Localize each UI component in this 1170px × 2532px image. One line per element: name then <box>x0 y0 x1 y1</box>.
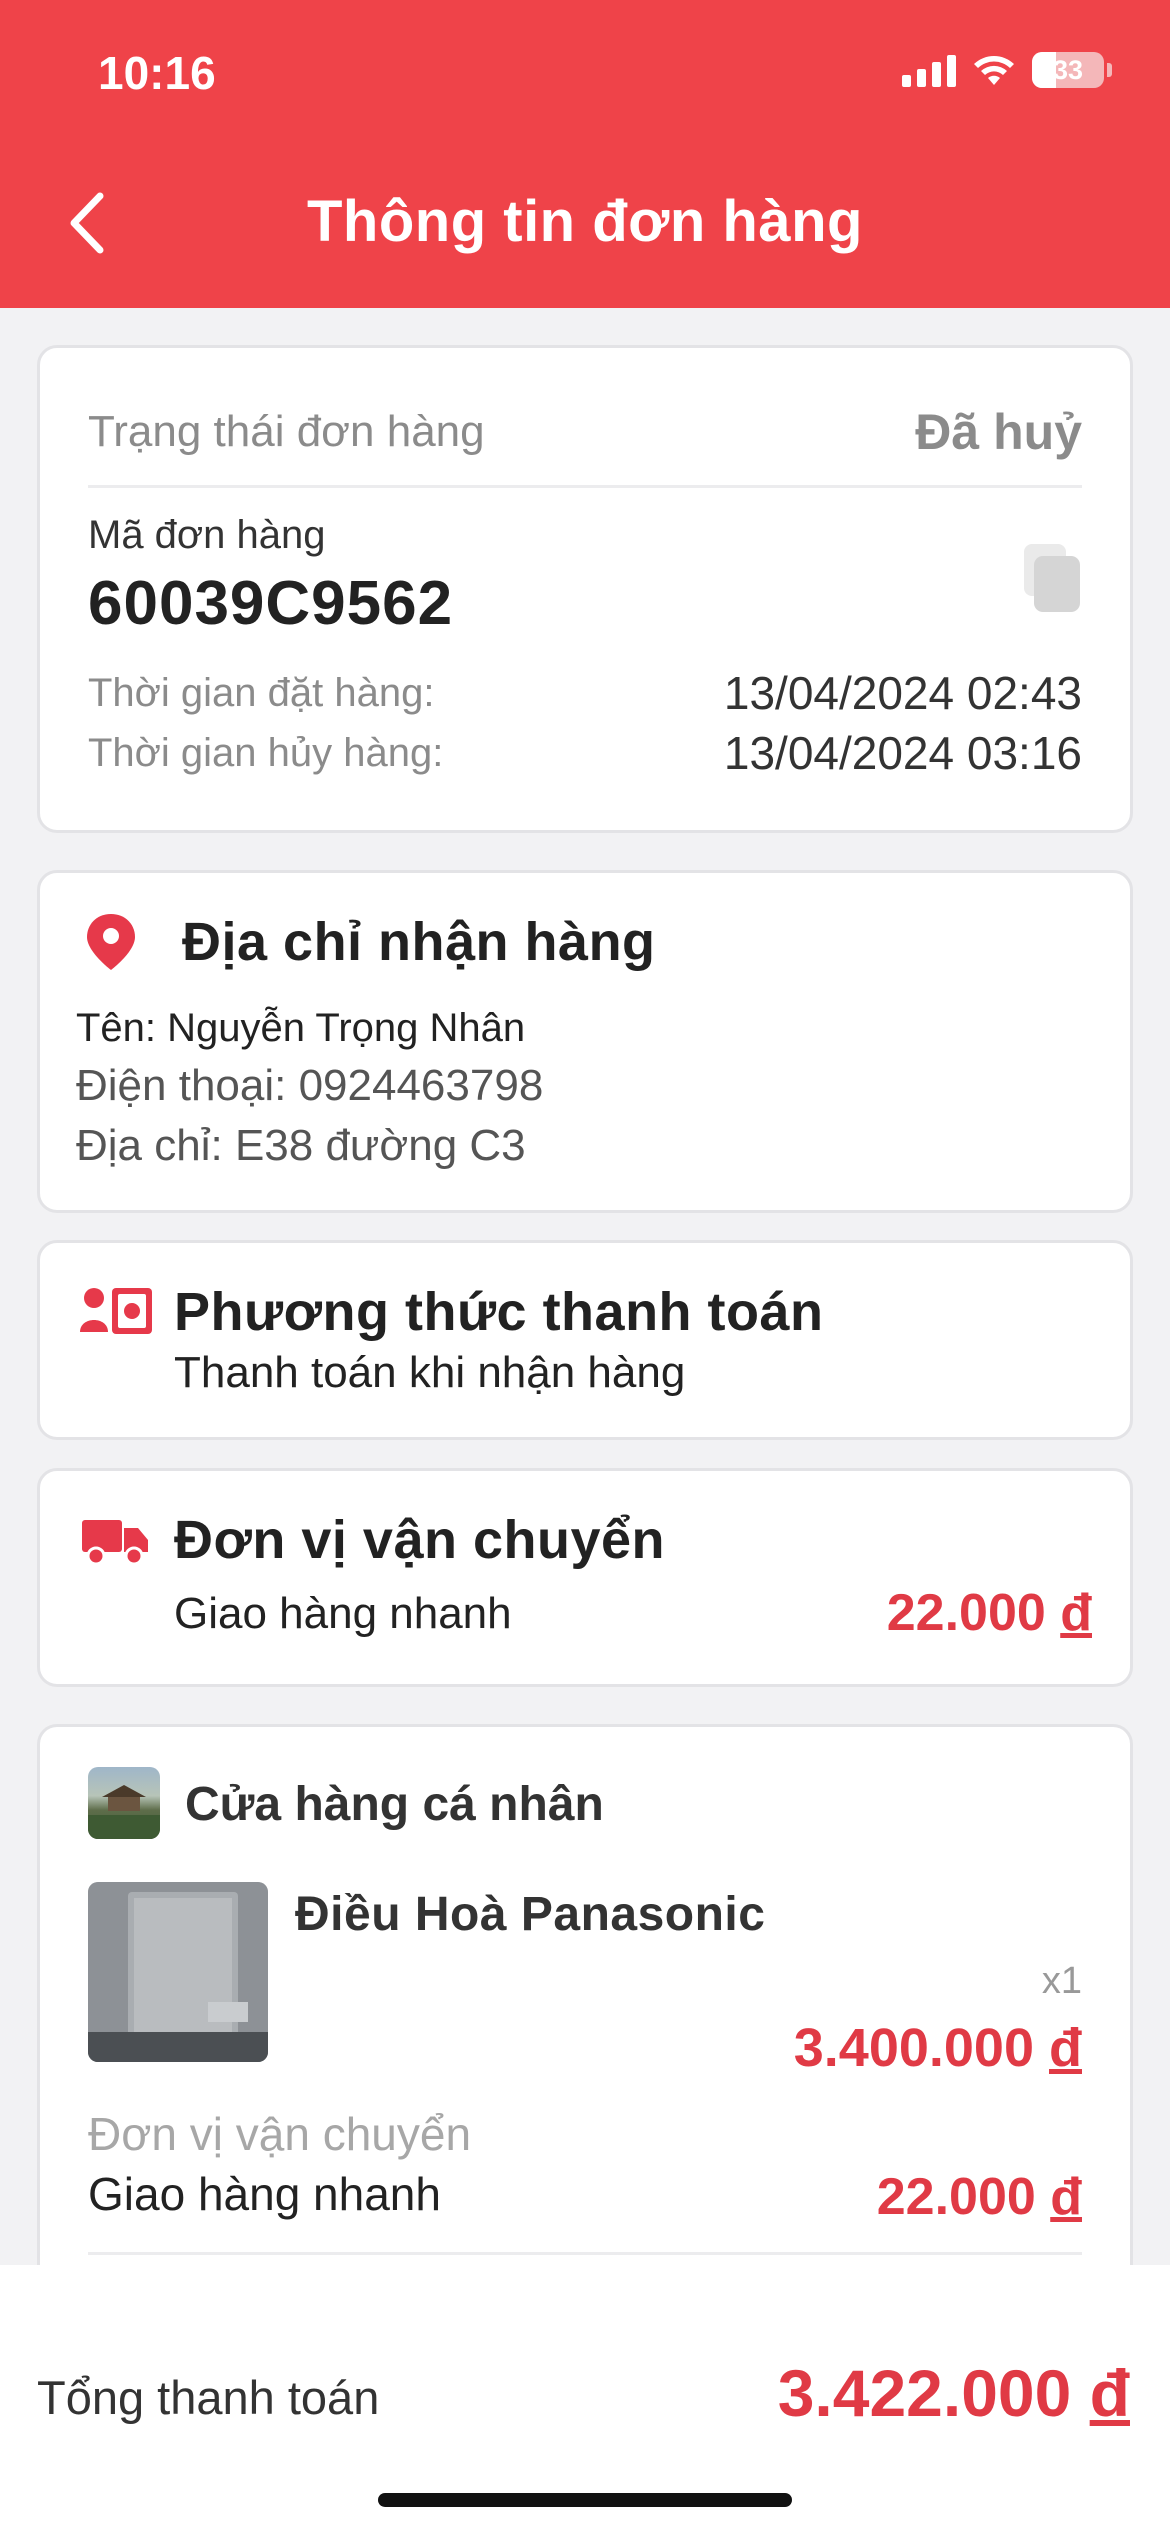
shop-avatar <box>88 1767 160 1839</box>
payment-title: Phương thức thanh toán <box>174 1282 824 1342</box>
copy-icon <box>1024 544 1080 612</box>
shipping-fee: 22.000 đ <box>887 1583 1092 1643</box>
location-pin-icon <box>87 914 135 970</box>
cellular-signal-icon <box>902 53 956 87</box>
product-price-amount: 3.400.000 <box>793 2018 1034 2078</box>
shipping-address-card: Địa chỉ nhận hàng Tên: Nguyễn Trọng Nhân… <box>37 870 1133 1213</box>
copy-order-code-button[interactable] <box>1016 540 1086 620</box>
shipping-title: Đơn vị vận chuyển <box>174 1510 666 1570</box>
currency-symbol: đ <box>1049 2018 1082 2078</box>
payment-method-card: Phương thức thanh toán Thanh toán khi nh… <box>37 1240 1133 1440</box>
payment-header: Phương thức thanh toán <box>78 1281 824 1343</box>
shipping-header: Đơn vị vận chuyển <box>80 1509 665 1571</box>
address-title: Địa chỉ nhận hàng <box>182 912 656 972</box>
payment-method: Thanh toán khi nhận hàng <box>174 1348 686 1397</box>
delivery-truck-icon <box>82 1520 148 1566</box>
order-cancelled-label: Thời gian hủy hàng: <box>88 730 444 775</box>
currency-symbol: đ <box>1060 1584 1092 1642</box>
shipping-carrier-card: Đơn vị vận chuyển Giao hàng nhanh 22.000… <box>37 1468 1133 1687</box>
total-label: Tổng thanh toán <box>37 2371 380 2424</box>
total-value: 3.422.000 đ <box>778 2355 1130 2431</box>
shipping-fee-amount: 22.000 <box>886 1584 1046 1642</box>
page-title: Thông tin đơn hàng <box>307 189 863 254</box>
shop-shipping-fee: 22.000 đ <box>877 2167 1082 2227</box>
total-amount: 3.422.000 <box>777 2356 1072 2430</box>
battery-icon: 33 <box>1032 52 1104 88</box>
total-bar: Tổng thanh toán 3.422.000 đ <box>0 2265 1170 2532</box>
product-price: 3.400.000 đ <box>794 2017 1082 2079</box>
recipient-address: Địa chỉ: E38 đường C3 <box>76 1121 526 1170</box>
order-status-row: Trạng thái đơn hàng Đã huỷ <box>88 403 1082 461</box>
status-icons: 33 <box>902 52 1112 88</box>
order-cancelled-time: 13/04/2024 03:16 <box>723 727 1082 779</box>
product-name[interactable]: Điều Hoà Panasonic <box>295 1887 765 1942</box>
divider <box>88 2252 1082 2255</box>
shop-shipping-fee-amount: 22.000 <box>876 2168 1036 2226</box>
payment-icon <box>80 1288 152 1334</box>
recipient-phone: Điện thoại: 0924463798 <box>76 1061 544 1110</box>
order-status-label: Trạng thái đơn hàng <box>88 407 485 456</box>
product-quantity: x1 <box>1041 1960 1082 2002</box>
product-image[interactable] <box>88 1882 268 2062</box>
divider <box>88 485 1082 488</box>
wifi-icon <box>974 56 1014 85</box>
currency-symbol: đ <box>1050 2168 1082 2226</box>
app-header: 10:16 33 Thông tin đơn hàng <box>0 0 1170 308</box>
address-header: Địa chỉ nhận hàng <box>84 911 656 973</box>
status-bar: 10:16 33 <box>0 0 1170 150</box>
recipient-name: Tên: Nguyễn Trọng Nhân <box>76 1006 526 1050</box>
order-code: 60039C9562 <box>88 569 454 638</box>
shop-shipping-label: Đơn vị vận chuyển <box>88 2108 472 2160</box>
order-cancelled-row: Thời gian hủy hàng: 13/04/2024 03:16 <box>88 726 1082 780</box>
order-info-card: Trạng thái đơn hàng Đã huỷ Mã đơn hàng 6… <box>37 345 1133 833</box>
home-indicator[interactable] <box>378 2493 792 2507</box>
status-time: 10:16 <box>98 47 216 99</box>
order-placed-time: 13/04/2024 02:43 <box>723 667 1082 719</box>
order-code-label: Mã đơn hàng <box>88 513 326 557</box>
shipping-carrier: Giao hàng nhanh <box>174 1589 512 1638</box>
shop-order-card: Cửa hàng cá nhân Điều Hoà Panasonic x1 3… <box>37 1724 1133 2284</box>
battery-level: 33 <box>1052 54 1084 85</box>
currency-symbol: đ <box>1089 2356 1130 2430</box>
order-placed-row: Thời gian đặt hàng: 13/04/2024 02:43 <box>88 666 1082 720</box>
shop-shipping-carrier: Giao hàng nhanh <box>88 2168 441 2220</box>
order-placed-label: Thời gian đặt hàng: <box>88 670 435 715</box>
order-status-value: Đã huỷ <box>915 404 1082 460</box>
shop-name[interactable]: Cửa hàng cá nhân <box>185 1777 604 1832</box>
